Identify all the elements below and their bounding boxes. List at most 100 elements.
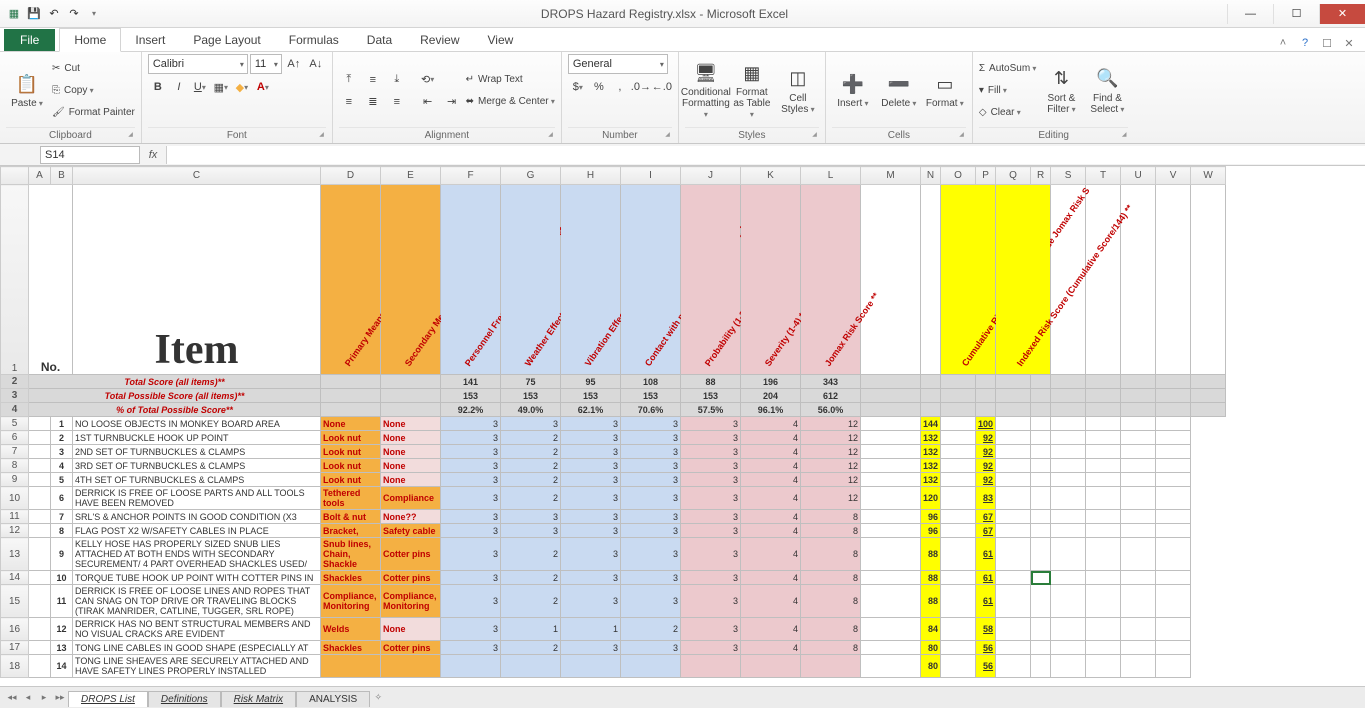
- cell[interactable]: 5: [51, 473, 73, 487]
- cell[interactable]: [1156, 655, 1191, 678]
- cell[interactable]: Cotter pins: [381, 571, 441, 585]
- cell[interactable]: 96: [921, 524, 941, 538]
- decrease-font-icon[interactable]: A↓: [306, 54, 326, 74]
- cell[interactable]: [941, 473, 976, 487]
- cell[interactable]: DERRICK IS FREE OF LOOSE PARTS AND ALL T…: [73, 487, 321, 510]
- cell[interactable]: 3: [681, 473, 741, 487]
- format-button[interactable]: ▭Format: [924, 58, 966, 124]
- cell[interactable]: [29, 417, 51, 431]
- cell[interactable]: 3: [441, 417, 501, 431]
- cell[interactable]: [29, 459, 51, 473]
- cell[interactable]: [29, 524, 51, 538]
- cell[interactable]: [861, 487, 921, 510]
- cell[interactable]: [1086, 389, 1121, 403]
- cell[interactable]: 67: [976, 510, 996, 524]
- cell[interactable]: [996, 524, 1031, 538]
- font-color-button[interactable]: A: [253, 77, 273, 97]
- cell[interactable]: [1051, 417, 1086, 431]
- cell[interactable]: 4: [741, 571, 801, 585]
- column-header[interactable]: U: [1121, 167, 1156, 185]
- italic-button[interactable]: I: [169, 77, 189, 97]
- cell[interactable]: [1156, 389, 1191, 403]
- align-left-icon[interactable]: ≡: [339, 92, 359, 112]
- cell[interactable]: % of Total Possible Score**: [29, 403, 321, 417]
- cell[interactable]: [996, 618, 1031, 641]
- cell[interactable]: None: [381, 459, 441, 473]
- fill-color-button[interactable]: ◆: [232, 77, 252, 97]
- cell[interactable]: [1031, 431, 1051, 445]
- cell[interactable]: [1086, 375, 1121, 389]
- cell[interactable]: 4: [741, 487, 801, 510]
- cell[interactable]: [741, 655, 801, 678]
- cell[interactable]: 58: [976, 618, 996, 641]
- cell[interactable]: [996, 571, 1031, 585]
- cell[interactable]: Total Possible Score (all items)**: [29, 389, 321, 403]
- cell[interactable]: 132: [921, 473, 941, 487]
- cell[interactable]: Look nut: [321, 431, 381, 445]
- cell[interactable]: 49.0%: [501, 403, 561, 417]
- cell[interactable]: 3: [441, 510, 501, 524]
- cell[interactable]: [29, 585, 51, 618]
- cell[interactable]: [861, 417, 921, 431]
- delete-button[interactable]: ➖Delete: [878, 58, 920, 124]
- font-name-combo[interactable]: Calibri: [148, 54, 248, 74]
- formula-input[interactable]: [166, 146, 1365, 164]
- decrease-decimal-icon[interactable]: ←.0: [652, 77, 672, 97]
- cell[interactable]: [1191, 375, 1226, 389]
- cell[interactable]: [29, 618, 51, 641]
- cell[interactable]: 3: [681, 618, 741, 641]
- cell[interactable]: [1086, 510, 1121, 524]
- cell[interactable]: 1: [561, 618, 621, 641]
- cell[interactable]: [1086, 571, 1121, 585]
- cell[interactable]: Look nut: [321, 459, 381, 473]
- cell[interactable]: 3: [441, 524, 501, 538]
- window-close-icon[interactable]: ✕: [1341, 35, 1357, 51]
- tab-data[interactable]: Data: [353, 29, 406, 51]
- cell[interactable]: SRL'S & ANCHOR POINTS IN GOOD CONDITION …: [73, 510, 321, 524]
- cell[interactable]: [381, 375, 441, 389]
- cell[interactable]: [941, 641, 976, 655]
- column-header[interactable]: S: [1051, 167, 1086, 185]
- cell[interactable]: [1051, 641, 1086, 655]
- cell[interactable]: [1086, 473, 1121, 487]
- cell[interactable]: 3: [441, 431, 501, 445]
- cell[interactable]: [1086, 538, 1121, 571]
- cell[interactable]: [976, 375, 996, 389]
- cell[interactable]: [1051, 375, 1086, 389]
- cell[interactable]: [1051, 585, 1086, 618]
- cell[interactable]: 3: [441, 538, 501, 571]
- row-header[interactable]: 17: [1, 641, 29, 655]
- row-header[interactable]: 4: [1, 403, 29, 417]
- cell[interactable]: 8: [801, 538, 861, 571]
- cell[interactable]: 100: [976, 417, 996, 431]
- cell[interactable]: None: [381, 618, 441, 641]
- cell[interactable]: [1051, 571, 1086, 585]
- column-header[interactable]: P: [976, 167, 996, 185]
- cell[interactable]: 2: [501, 459, 561, 473]
- column-header[interactable]: V: [1156, 167, 1191, 185]
- cell[interactable]: [941, 524, 976, 538]
- cell[interactable]: [996, 459, 1031, 473]
- cell[interactable]: 3: [621, 431, 681, 445]
- row-header[interactable]: 2: [1, 375, 29, 389]
- cell[interactable]: 3: [561, 571, 621, 585]
- cell[interactable]: 4: [741, 524, 801, 538]
- cell[interactable]: 8: [801, 585, 861, 618]
- cell[interactable]: [1156, 473, 1191, 487]
- align-top-icon[interactable]: ⤒: [339, 70, 359, 90]
- cell[interactable]: [861, 585, 921, 618]
- cell[interactable]: 144: [921, 417, 941, 431]
- cell[interactable]: [1156, 431, 1191, 445]
- cell[interactable]: 2: [501, 538, 561, 571]
- cell[interactable]: [1051, 655, 1086, 678]
- cell[interactable]: 8: [801, 618, 861, 641]
- cell[interactable]: [1086, 417, 1121, 431]
- cell[interactable]: 92: [976, 431, 996, 445]
- cell[interactable]: [861, 459, 921, 473]
- cut-button[interactable]: ✂Cut: [52, 59, 135, 79]
- cell[interactable]: [1031, 571, 1051, 585]
- cell[interactable]: [1086, 618, 1121, 641]
- cell[interactable]: NO LOOSE OBJECTS IN MONKEY BOARD AREA: [73, 417, 321, 431]
- cell[interactable]: 3: [501, 524, 561, 538]
- cell[interactable]: 3: [681, 538, 741, 571]
